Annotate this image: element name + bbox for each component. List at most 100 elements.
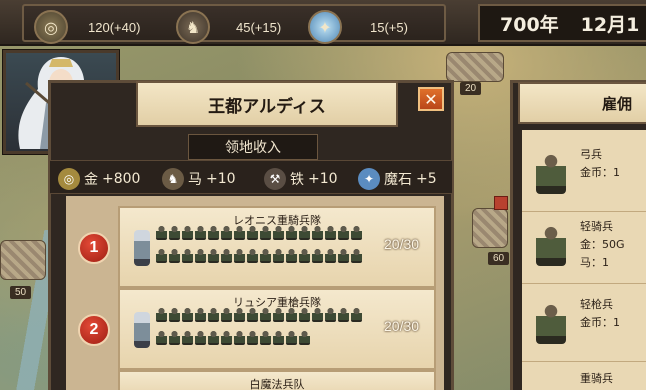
hire-unit-name: 轻枪兵 [580,298,613,311]
troop-formation [156,226,376,270]
soldier-sprite-icon [351,308,362,322]
soldier-sprite-icon [169,226,180,240]
soldier-sprite-icon [169,330,180,345]
income-gold: ◎ 金 +800 [58,168,140,190]
soldier-sprite-icon [312,308,323,322]
horse-icon: ♞ [176,10,210,44]
soldier-sprite-icon [156,330,167,345]
income-gold-label: 金 [84,172,98,188]
hire-unit-cost: 金币：1 [580,166,620,179]
hire-entry-light-cavalry[interactable]: 轻骑兵 金：50G 马：1 [522,212,646,284]
soldier-sprite-icon [195,330,206,345]
soldier-sprite-icon [325,248,336,263]
income-horse-value: +10 [206,171,236,187]
soldier-sprite-icon [299,248,310,263]
soldier-sprite-icon [182,226,193,240]
commander-sprite [134,230,150,266]
hire-unit-cost-horse: 马：1 [580,256,609,269]
soldier-sprite-icon [169,248,180,263]
map-troop-badge-left: 50 [10,286,32,299]
soldier-sprite-icon [234,248,245,263]
horse-value: 45(+15) [236,20,282,35]
soldier-sprite-icon [273,226,284,240]
magic-stone-icon: ✦ [358,168,380,190]
unit-count: 20/30 [384,318,420,334]
income-iron-value: +10 [308,171,338,187]
soldier-sprite-icon [156,308,167,322]
soldier-sprite-icon [286,226,297,240]
hire-entry-heavy-cavalry[interactable]: 重骑兵 [522,364,646,390]
soldier-sprite-icon [260,330,271,345]
soldier-sprite-icon [221,248,232,263]
soldier-sprite-icon [299,330,310,345]
unit-number-badge: 2 [78,314,110,346]
hire-unit-name: 弓兵 [580,148,602,161]
soldier-sprite-icon [247,226,258,240]
income-horse-label: 马 [188,172,202,188]
soldier-sprite-icon [325,226,336,240]
date-year: 700年 [500,13,559,36]
soldier-sprite-icon [286,248,297,263]
unit-name: 白魔法兵队 [249,378,305,390]
hire-title: 雇佣 [518,82,646,124]
soldier-sprite-icon [247,308,258,322]
soldier-sprite-icon [208,330,219,345]
soldier-sprite-icon [208,226,219,240]
soldier-sprite-icon [273,308,284,322]
soldier-sprite-icon [182,308,193,322]
soldier-sprite-icon [195,308,206,322]
soldier-sprite-icon [221,308,232,322]
hire-unit-name: 重骑兵 [580,372,613,385]
territory-income-title: 领地收入 [188,134,318,160]
income-bar: ◎ 金 +800 ♞ 马 +10 ⚒ 铁 +10 ✦ 魔石 +5 [50,160,452,194]
magic-stone-value: 15(+5) [370,20,408,35]
soldier-sprite-icon [338,248,349,263]
hire-unit-cost: 金：50G [580,238,625,251]
soldier-sprite-icon [260,308,271,322]
unit-card-2[interactable]: リュシア重槍兵隊 20/30 [118,288,436,370]
soldier-sprite-icon [312,226,323,240]
soldier-sprite-icon [208,308,219,322]
archer-sprite-icon [536,154,566,194]
soldier-sprite-icon [156,226,167,240]
unit-card-3[interactable]: 白魔法兵队 [118,370,436,390]
horse-icon: ♞ [162,168,184,190]
soldier-sprite-icon [286,330,297,345]
soldier-sprite-icon [299,226,310,240]
map-castle-right[interactable] [472,208,508,248]
commander-sprite [134,312,150,348]
soldier-sprite-icon [208,248,219,263]
soldier-sprite-icon [221,226,232,240]
income-gold-value: +800 [102,171,141,187]
soldier-sprite-icon [247,248,258,263]
soldier-sprite-icon [273,248,284,263]
soldier-sprite-icon [351,248,362,263]
map-castle-top[interactable] [446,52,504,82]
income-iron-label: 铁 [290,172,304,188]
castle-name-title: 王都アルディス [136,81,398,127]
close-button[interactable]: ✕ [418,87,444,111]
hire-unit-name: 轻骑兵 [580,220,613,233]
gold-coin-icon: ◎ [58,168,80,190]
soldier-sprite-icon [260,248,271,263]
hire-entry-light-spear[interactable]: 轻枪兵 金币：1 [522,290,646,362]
map-castle-left[interactable] [0,240,46,280]
soldier-sprite-icon [299,308,310,322]
soldier-sprite-icon [156,248,167,263]
troop-formation [156,308,376,352]
unit-card-1[interactable]: レオニス重騎兵隊 20/30 [118,206,436,288]
date-display: 700年 12月1 [478,4,646,42]
map-troop-badge-right: 60 [488,252,510,265]
soldier-sprite-icon [234,330,245,345]
soldier-sprite-icon [338,226,349,240]
hire-entry-archer[interactable]: 弓兵 金币：1 [522,140,646,212]
map-troop-badge-top: 20 [460,82,482,95]
cavalry-sprite-icon [536,226,566,266]
top-bar: ◎ 120(+40) ♞ 45(+15) ✦ 15(+5) 700年 12月1 [0,0,646,46]
soldier-sprite-icon [182,248,193,263]
unit-number-badge: 1 [78,232,110,264]
date-month-day: 12月1 [580,13,640,36]
soldier-sprite-icon [312,248,323,263]
hire-unit-cost: 金币：1 [580,316,620,329]
income-magic-stone-label: 魔石 [384,172,412,188]
